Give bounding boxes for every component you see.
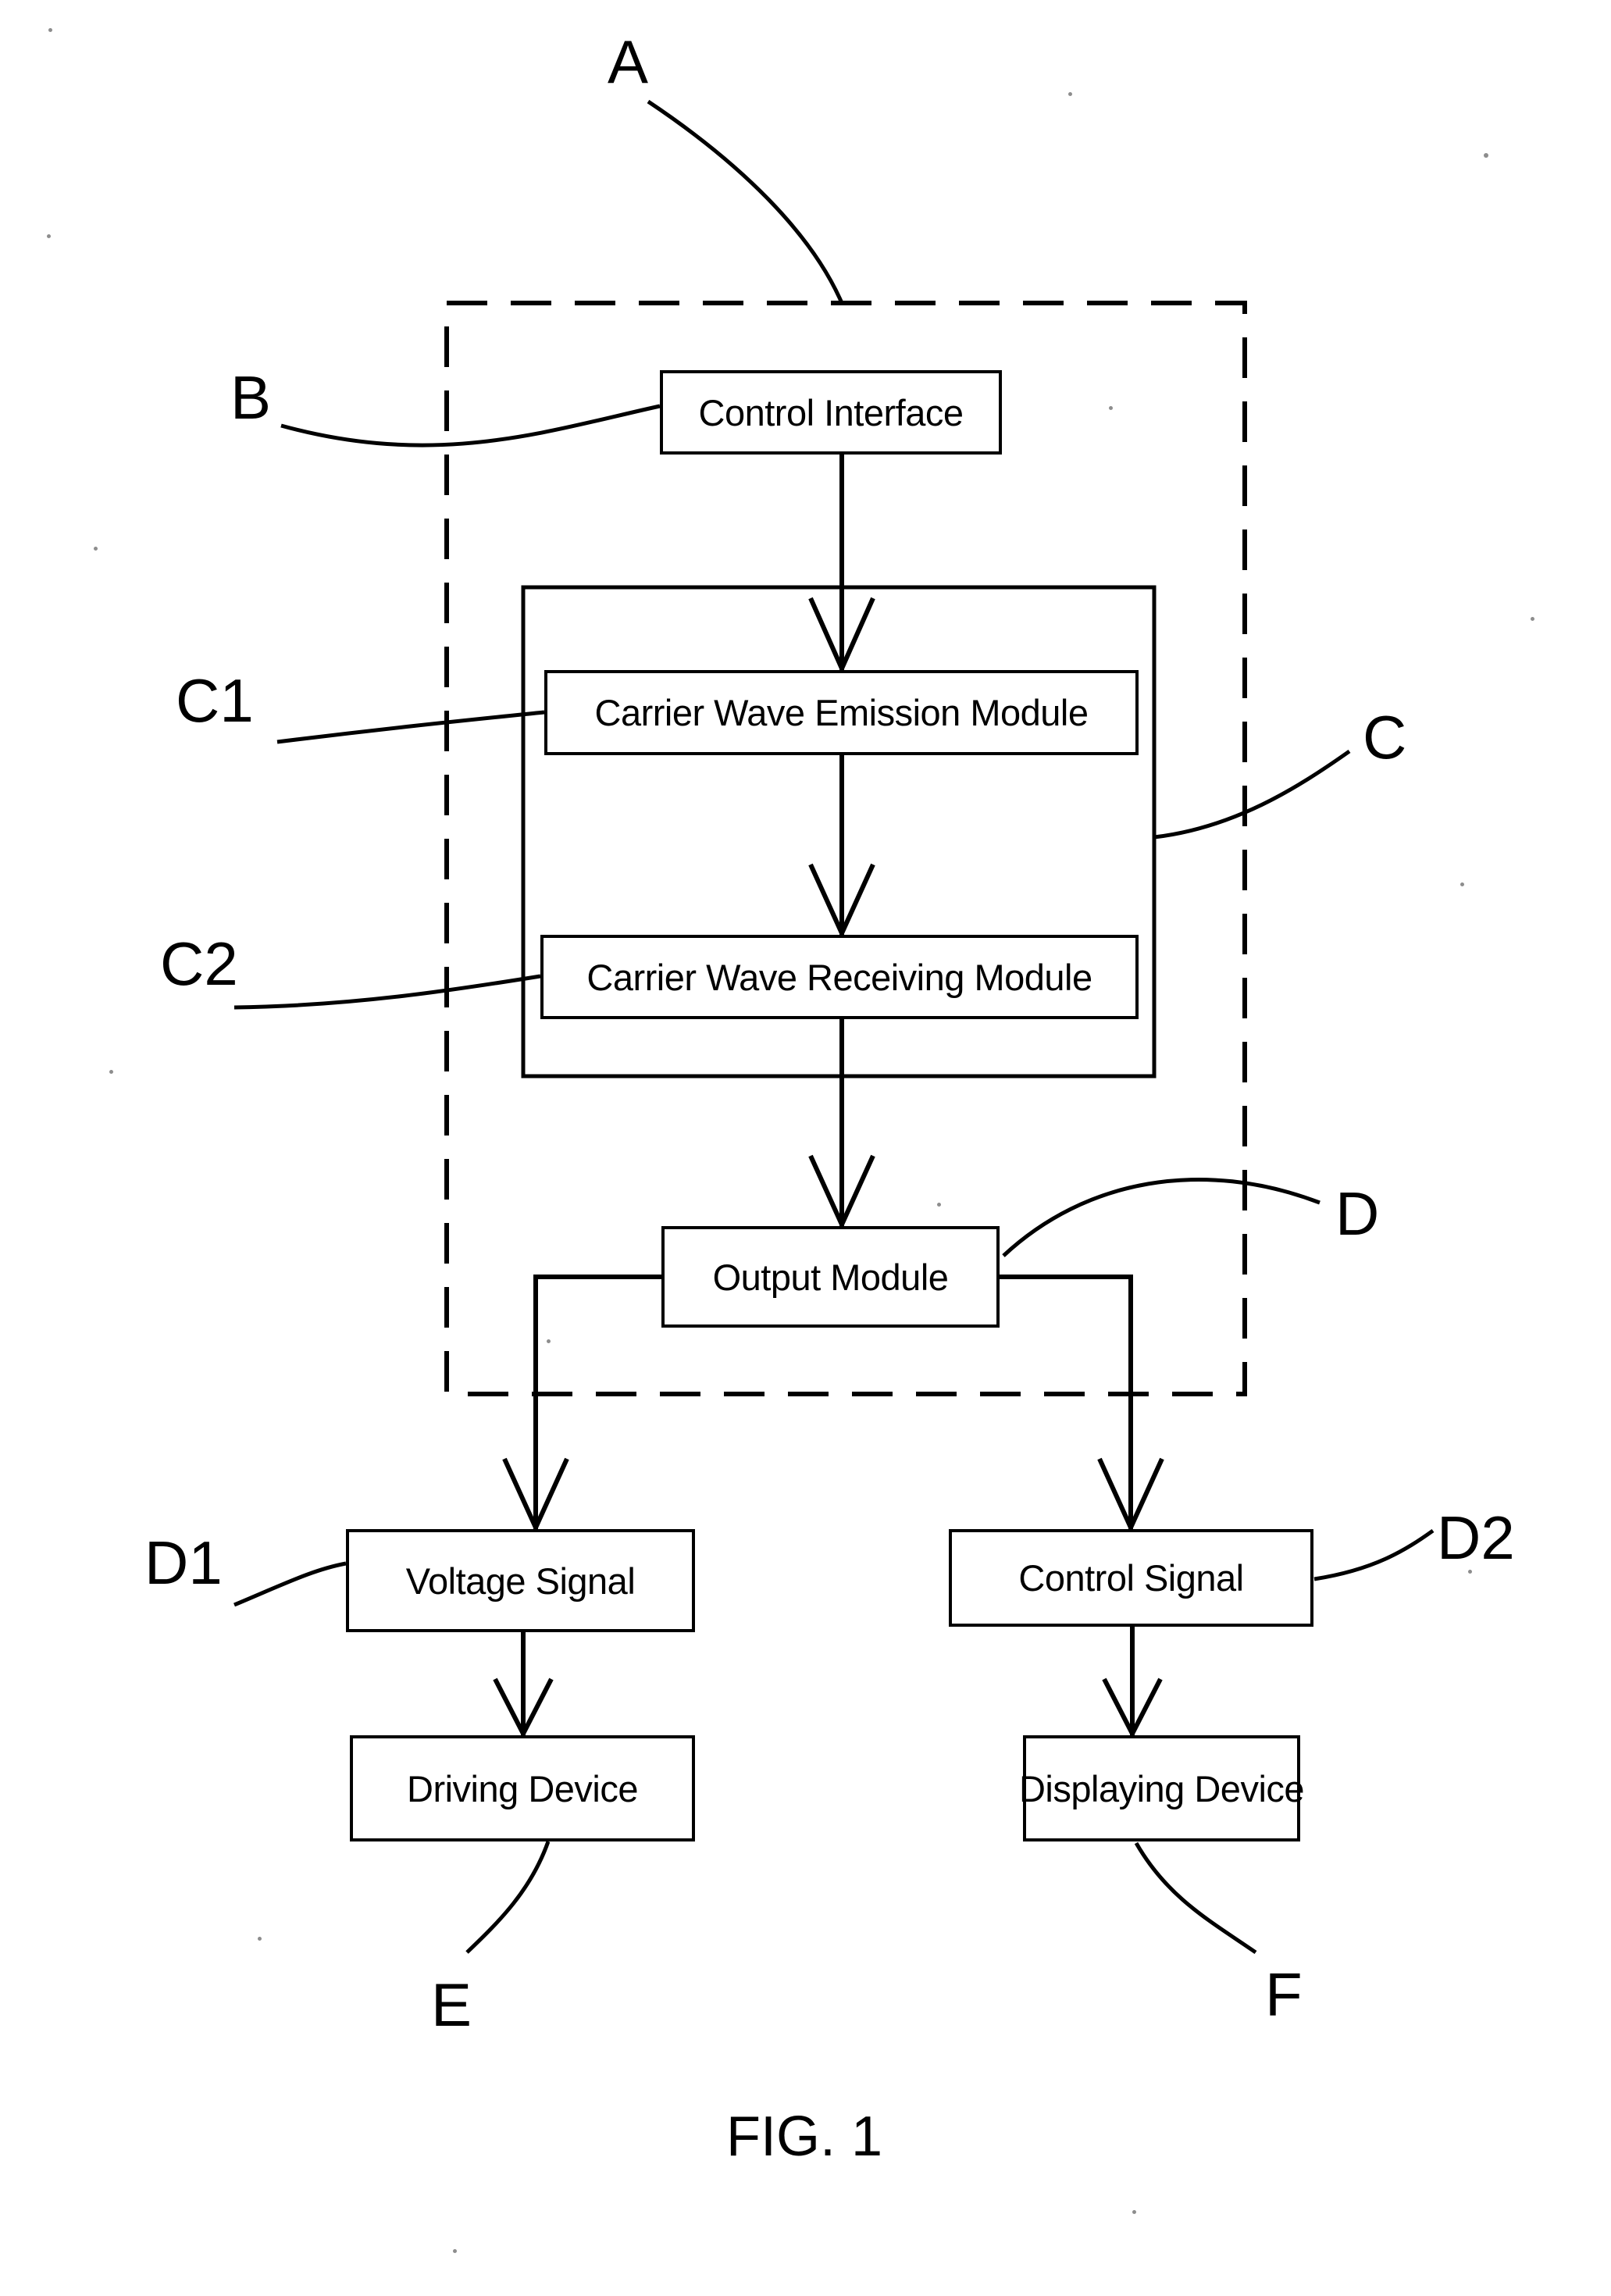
figure-caption: FIG. 1	[726, 2105, 883, 2168]
node-label-driving-device: Driving Device	[407, 1767, 638, 1809]
node-label-carrier-wave-emission-module: Carrier Wave Emission Module	[594, 692, 1089, 733]
node-carrier-wave-emission-module[interactable]: Carrier Wave Emission Module	[544, 670, 1139, 755]
node-label-output-module: Output Module	[712, 1256, 949, 1298]
leader-line-d1	[233, 1561, 347, 1607]
node-carrier-wave-receiving-module[interactable]: Carrier Wave Receiving Module	[540, 935, 1139, 1019]
leader-line-f	[1134, 1841, 1257, 1955]
node-label-voltage-signal: Voltage Signal	[405, 1560, 636, 1602]
node-displaying-device[interactable]: Displaying Device	[1019, 1735, 1305, 1841]
node-driving-device[interactable]: Driving Device	[350, 1735, 695, 1841]
scan-speck	[937, 1203, 941, 1207]
reference-label-a: A	[608, 27, 649, 96]
scan-speck	[1531, 617, 1534, 621]
leader-line-b	[280, 404, 661, 447]
scan-speck	[453, 2249, 457, 2253]
scan-speck	[47, 234, 51, 238]
leader-line-d2	[1313, 1528, 1435, 1581]
node-control-signal[interactable]: Control Signal	[949, 1529, 1313, 1627]
reference-label-f: F	[1265, 1960, 1303, 2029]
scan-speck	[1460, 882, 1464, 886]
leader-line-e	[465, 1841, 551, 1954]
scan-speck	[1068, 92, 1072, 96]
scan-speck	[109, 1070, 113, 1074]
scan-speck	[547, 1339, 551, 1343]
node-label-displaying-device: Displaying Device	[1018, 1767, 1305, 1809]
leader-line-d	[1002, 1178, 1321, 1257]
scan-speck	[258, 1937, 262, 1941]
leader-line-c2	[233, 974, 541, 1010]
connector-output-to-control-signal	[1000, 1275, 1133, 1529]
reference-label-e: E	[431, 1970, 472, 2039]
node-label-control-signal: Control Signal	[1018, 1557, 1244, 1599]
reference-label-c: C	[1363, 703, 1407, 772]
node-label-control-interface: Control Interface	[698, 391, 964, 433]
leader-line-c	[1153, 749, 1351, 840]
node-label-carrier-wave-receiving-module: Carrier Wave Receiving Module	[586, 956, 1092, 998]
node-control-interface[interactable]: Control Interface	[660, 370, 1002, 455]
scan-speck	[1132, 2210, 1136, 2214]
reference-label-d2: D2	[1437, 1503, 1515, 1572]
leader-line-a	[647, 99, 844, 304]
reference-label-d: D	[1335, 1179, 1380, 1248]
scan-speck	[48, 28, 52, 32]
reference-label-b: B	[230, 363, 272, 432]
patent-figure: Control Interface Carrier Wave Emission …	[0, 0, 1611, 2296]
reference-label-c1: C1	[176, 666, 254, 735]
scan-speck	[1468, 1570, 1472, 1574]
scan-speck	[94, 547, 98, 551]
leader-line-c1	[276, 710, 545, 744]
scan-speck	[1109, 406, 1113, 410]
node-output-module[interactable]: Output Module	[661, 1226, 1000, 1328]
node-voltage-signal[interactable]: Voltage Signal	[346, 1529, 695, 1632]
figure-linework	[233, 99, 1435, 1955]
scan-speck	[1484, 153, 1488, 158]
reference-label-d1: D1	[144, 1528, 223, 1597]
reference-label-c2: C2	[160, 929, 238, 998]
